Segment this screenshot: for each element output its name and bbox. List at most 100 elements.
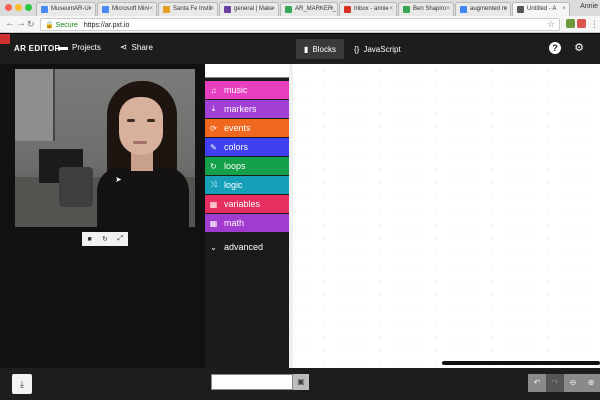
- tab-label: Ben Shapiro: [413, 6, 447, 12]
- toolbox: ♫ music ⤓ markers ⟳ events ✎ colors ↻ lo…: [205, 64, 289, 368]
- close-icon[interactable]: ×: [271, 6, 275, 12]
- category-label: markers: [224, 104, 257, 114]
- category-colors[interactable]: ✎ colors: [205, 138, 289, 156]
- tab-label: Microsoft Mini: [112, 6, 150, 12]
- browser-tab[interactable]: Inbox - annie ×: [339, 2, 397, 16]
- download-icon: ⤓: [20, 379, 24, 389]
- browser-tab[interactable]: MuseumAR-Ui ×: [36, 2, 96, 16]
- tab-label: Untitled - A: [527, 6, 557, 12]
- extension-icon[interactable]: [566, 19, 575, 28]
- category-loops[interactable]: ↻ loops: [205, 157, 289, 175]
- close-icon[interactable]: ×: [562, 6, 566, 12]
- video-wall-frame: [15, 69, 55, 141]
- browser-tab[interactable]: general | Make ×: [219, 2, 279, 16]
- share-button[interactable]: ⋖ Share: [120, 42, 153, 53]
- projects-label: Projects: [72, 43, 101, 52]
- lock-icon: 🔒: [45, 22, 54, 29]
- redo-button[interactable]: ↷: [546, 374, 564, 392]
- redo-icon: ↷: [551, 378, 559, 387]
- stop-icon[interactable]: ■: [84, 236, 96, 243]
- star-icon[interactable]: ☆: [547, 19, 555, 30]
- address-toolbar: ← → ↻ 🔒 Secure https://ar.pxt.io ☆ ⋮: [0, 16, 600, 33]
- close-icon[interactable]: ×: [503, 6, 507, 12]
- tab-label: MuseumAR-Ui: [51, 6, 91, 12]
- gear-icon[interactable]: ⚙: [573, 42, 585, 54]
- save-button[interactable]: ▣: [293, 374, 309, 390]
- url-text: https://ar.pxt.io: [83, 22, 130, 29]
- minimize-window-button[interactable]: [15, 4, 22, 11]
- close-window-button[interactable]: [5, 4, 12, 11]
- projects-button[interactable]: ▬ Projects: [58, 42, 101, 53]
- tab-favicon-icon: [344, 6, 351, 13]
- browser-tab-strip: MuseumAR-Ui × Microsoft Mini × Santa Fe …: [0, 0, 600, 16]
- back-icon[interactable]: ←: [5, 18, 15, 30]
- blocks-icon: ▮: [304, 44, 309, 54]
- restart-icon[interactable]: ↻: [99, 235, 111, 243]
- close-icon[interactable]: ×: [389, 6, 393, 12]
- workspace-horizontal-scrollbar[interactable]: [442, 361, 600, 365]
- close-icon[interactable]: ×: [149, 6, 153, 12]
- category-advanced[interactable]: ⌄ advanced: [205, 238, 289, 256]
- tab-javascript[interactable]: {} JavaScript: [346, 39, 410, 59]
- reload-icon[interactable]: ↻: [27, 18, 35, 30]
- help-icon[interactable]: ?: [549, 42, 561, 54]
- profile-name[interactable]: Annie: [580, 3, 598, 10]
- browser-tab[interactable]: Santa Fe Instit ×: [158, 2, 218, 16]
- toolbox-search-input[interactable]: [205, 64, 289, 78]
- share-icon: ⋖: [120, 42, 128, 52]
- loop-icon: ↻: [210, 161, 217, 171]
- share-label: Share: [131, 43, 153, 52]
- editor-footer: ⤓ ▣ ↶ ↷ ⊖ ⊕: [0, 368, 600, 400]
- close-icon[interactable]: ×: [210, 6, 214, 12]
- folder-icon: ▬: [58, 42, 68, 53]
- category-label: logic: [224, 180, 243, 190]
- video-person-eye: [147, 119, 155, 122]
- browser-tab[interactable]: augmented re ×: [455, 2, 511, 16]
- workspace-vertical-scrollbar[interactable]: [289, 64, 293, 368]
- extension-icon[interactable]: [577, 19, 586, 28]
- zoom-window-button[interactable]: [25, 4, 32, 11]
- category-logic[interactable]: ⤨ logic: [205, 176, 289, 194]
- tab-favicon-icon: [41, 6, 48, 13]
- browser-tab[interactable]: Ben Shapiro ×: [398, 2, 454, 16]
- forward-icon[interactable]: →: [16, 18, 26, 30]
- category-label: math: [224, 218, 245, 228]
- tab-blocks[interactable]: ▮ Blocks: [296, 39, 344, 59]
- save-icon: ▣: [297, 377, 305, 386]
- app-header: AR EDITOR ▬ Projects ⋖ Share ▮ Blocks {}…: [0, 34, 600, 64]
- browser-tab[interactable]: AR_MARKER_ ×: [280, 2, 338, 16]
- menu-icon[interactable]: ⋮: [590, 18, 599, 30]
- category-label: music: [224, 85, 248, 95]
- tab-label: augmented re: [470, 6, 508, 12]
- calculator-icon: ▦: [209, 218, 218, 228]
- browser-tab[interactable]: Microsoft Mini ×: [97, 2, 157, 16]
- project-name-input[interactable]: [211, 374, 293, 390]
- tab-label: Santa Fe Instit: [173, 6, 212, 12]
- tab-favicon-icon: [517, 6, 524, 13]
- browser-tab-active[interactable]: Untitled - A ×: [512, 2, 570, 16]
- close-icon[interactable]: ×: [88, 6, 92, 12]
- simulator-controls: ■ ↻ ⤢: [82, 232, 128, 246]
- video-chair: [59, 167, 93, 207]
- close-icon[interactable]: ×: [330, 6, 334, 12]
- video-person-eye: [127, 119, 135, 122]
- zoom-in-button[interactable]: ⊕: [582, 374, 600, 392]
- undo-button[interactable]: ↶: [528, 374, 546, 392]
- simulator-panel: ➤ ■ ↻ ⤢: [0, 64, 205, 368]
- zoom-out-icon: ⊖: [569, 378, 577, 387]
- chevron-down-icon: ⌄: [210, 242, 217, 252]
- category-markers[interactable]: ⤓ markers: [205, 100, 289, 118]
- category-music[interactable]: ♫ music: [205, 81, 289, 99]
- zoom-out-button[interactable]: ⊖: [564, 374, 582, 392]
- download-button[interactable]: ⤓: [12, 374, 32, 394]
- blocks-workspace[interactable]: [289, 64, 600, 368]
- category-variables[interactable]: ▦ variables: [205, 195, 289, 213]
- tab-label: general | Make: [234, 6, 274, 12]
- tab-favicon-icon: [285, 6, 292, 13]
- category-events[interactable]: ⟳ events: [205, 119, 289, 137]
- close-icon[interactable]: ×: [446, 6, 450, 12]
- tab-label: Inbox - annie: [354, 6, 389, 12]
- url-input[interactable]: 🔒 Secure https://ar.pxt.io ☆: [40, 18, 560, 31]
- category-math[interactable]: ▦ math: [205, 214, 289, 232]
- fullscreen-icon[interactable]: ⤢: [114, 235, 126, 243]
